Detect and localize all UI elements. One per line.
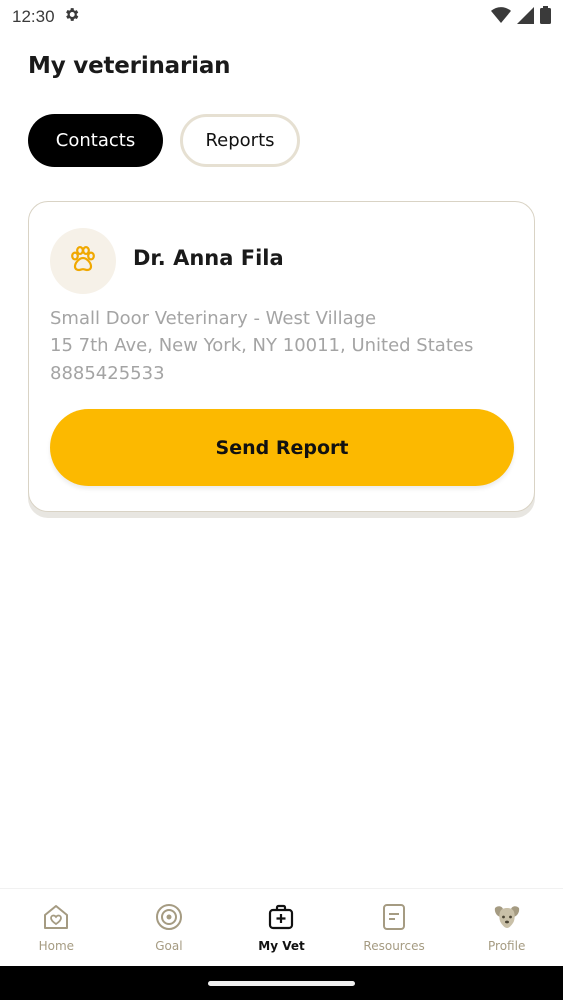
nav-label-my-vet: My Vet xyxy=(258,939,305,953)
page-title: My veterinarian xyxy=(28,53,231,79)
nav-item-resources[interactable]: Resources xyxy=(338,889,451,966)
nav-item-goal[interactable]: Goal xyxy=(113,889,226,966)
nav-label-goal: Goal xyxy=(155,939,183,953)
nav-label-resources: Resources xyxy=(363,939,425,953)
send-report-button[interactable]: Send Report xyxy=(50,409,514,486)
tab-contacts[interactable]: Contacts xyxy=(28,114,163,167)
paw-icon xyxy=(69,245,97,276)
doctor-name: Dr. Anna Fila xyxy=(133,246,284,270)
clinic-name: Small Door Veterinary - West Village xyxy=(50,308,377,329)
vet-contact-card: Dr. Anna Fila Small Door Veterinary - We… xyxy=(28,201,535,512)
nav-item-my-vet[interactable]: My Vet xyxy=(225,889,338,966)
gear-icon xyxy=(63,6,80,28)
target-icon xyxy=(154,903,184,935)
signal-icon xyxy=(517,6,534,28)
medical-bag-icon xyxy=(266,903,296,935)
status-time: 12:30 xyxy=(12,7,55,26)
avatar xyxy=(50,228,116,294)
tab-bar: Contacts Reports xyxy=(28,114,300,167)
nav-item-home[interactable]: Home xyxy=(0,889,113,966)
status-bar: 12:30 xyxy=(0,0,563,34)
system-navigation-bar xyxy=(0,966,563,1000)
clinic-phone[interactable]: 8885425533 xyxy=(50,363,165,384)
home-gesture-handle[interactable] xyxy=(208,981,355,986)
nav-item-profile[interactable]: Profile xyxy=(450,889,563,966)
status-left: 12:30 xyxy=(12,6,80,28)
home-heart-icon xyxy=(41,903,71,935)
nav-label-home: Home xyxy=(38,939,75,953)
battery-icon xyxy=(540,6,551,28)
nav-label-profile: Profile xyxy=(488,939,526,953)
bottom-nav: Home Goal My Vet Resources Profile xyxy=(0,888,563,966)
status-right xyxy=(491,6,551,28)
wifi-icon xyxy=(491,6,511,28)
document-icon xyxy=(379,903,409,935)
clinic-address: 15 7th Ave, New York, NY 10011, United S… xyxy=(50,335,474,356)
dog-face-icon xyxy=(492,903,522,935)
tab-reports[interactable]: Reports xyxy=(180,114,300,167)
